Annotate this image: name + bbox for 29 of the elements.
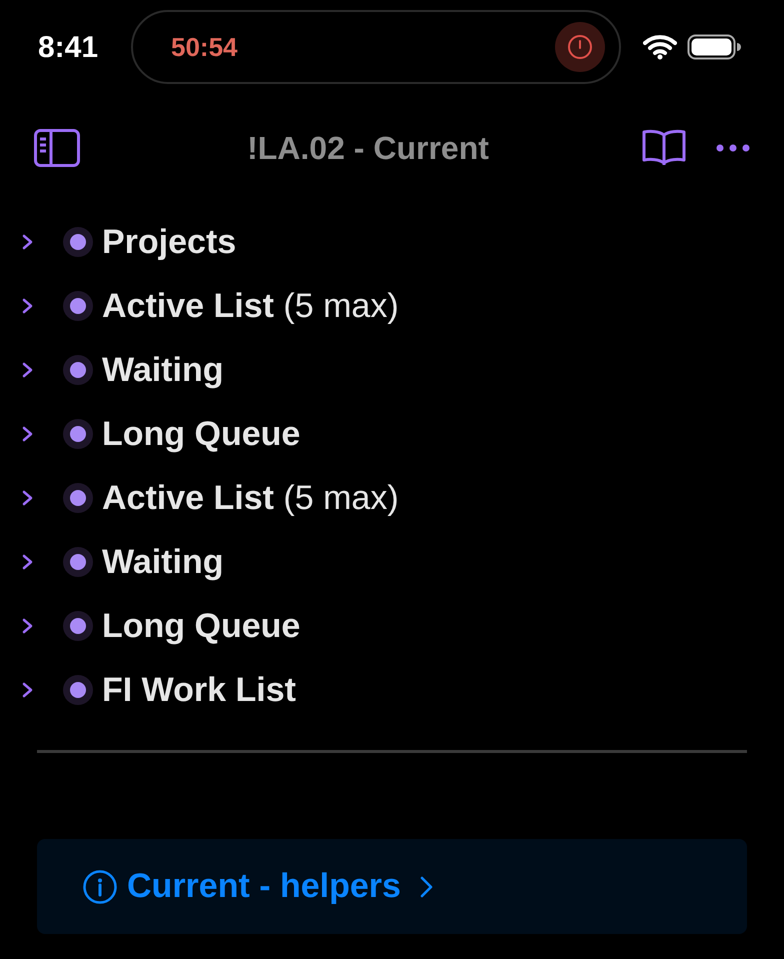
chevron-right-icon <box>418 874 435 898</box>
bullet-icon[interactable] <box>62 482 94 514</box>
list-item-label[interactable]: Waiting <box>102 536 224 588</box>
bullet-icon[interactable] <box>62 546 94 578</box>
info-icon <box>83 870 117 904</box>
wifi-icon <box>643 34 677 60</box>
bullet-icon[interactable] <box>62 354 94 386</box>
more-icon[interactable] <box>716 143 750 153</box>
helpers-link[interactable]: Current - helpers <box>127 861 401 912</box>
bullet-icon[interactable] <box>62 674 94 706</box>
list-item-label[interactable]: Active List (5 max) <box>102 280 399 332</box>
list-item-label[interactable]: Waiting <box>102 344 224 396</box>
power-icon[interactable] <box>555 22 605 72</box>
status-time: 8:41 <box>38 30 100 66</box>
bullet-icon[interactable] <box>62 610 94 642</box>
bullet-icon[interactable] <box>62 226 94 258</box>
book-icon[interactable] <box>642 128 686 168</box>
sidebar-icon[interactable] <box>34 129 80 167</box>
list-item-label[interactable]: FI Work List <box>102 664 296 716</box>
list-item-label[interactable]: Long Queue <box>102 600 300 652</box>
page-title: !LA.02 - Current <box>246 129 490 168</box>
list-item-label[interactable]: Active List (5 max) <box>102 472 399 524</box>
bullet-icon[interactable] <box>62 290 94 322</box>
timer-text: 50:54 <box>171 30 238 64</box>
list-item-label[interactable]: Projects <box>102 216 236 268</box>
helpers-card[interactable]: Current - helpers <box>37 839 747 934</box>
battery-icon <box>687 34 741 60</box>
list-item-label[interactable]: Long Queue <box>102 408 300 460</box>
bullet-icon[interactable] <box>62 418 94 450</box>
